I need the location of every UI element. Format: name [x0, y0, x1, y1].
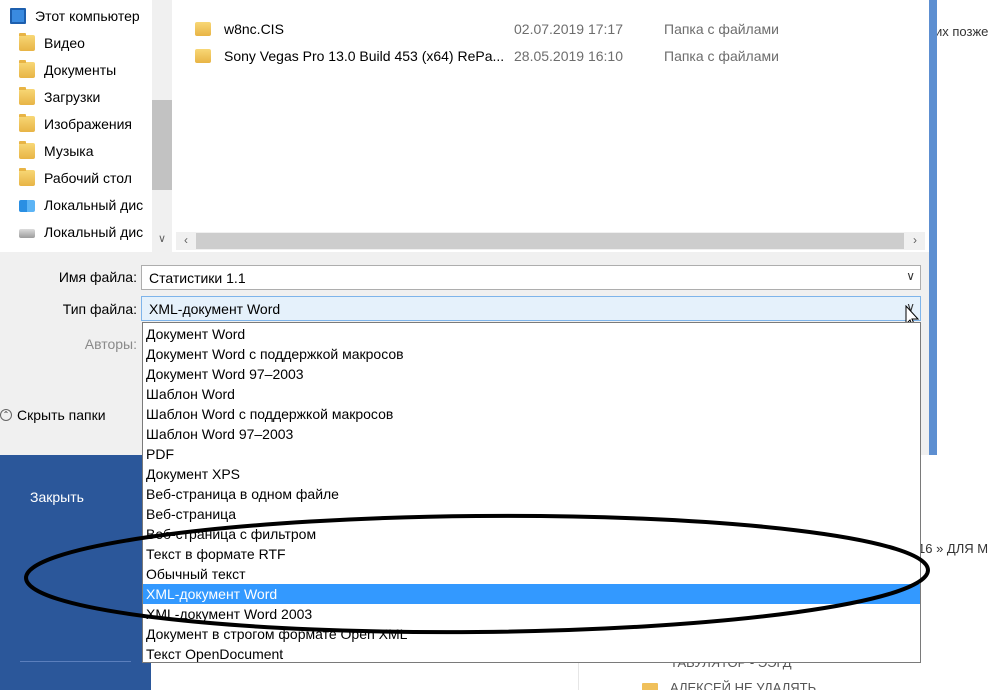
- backstage-content-area: [930, 0, 989, 690]
- nav-item[interactable]: Локальный дис: [0, 191, 160, 218]
- chevron-down-icon[interactable]: ∨: [906, 269, 915, 283]
- filename-label: Имя файла:: [58, 269, 137, 285]
- file-date: 28.05.2019 16:10: [514, 48, 623, 64]
- dropdown-option[interactable]: Веб-страница: [143, 504, 920, 524]
- dropdown-option[interactable]: Шаблон Word с поддержкой макросов: [143, 404, 920, 424]
- nav-item-label: Этот компьютер: [35, 7, 140, 24]
- dropdown-option[interactable]: Текст в формате RTF: [143, 544, 920, 564]
- nav-item[interactable]: Этот компьютер: [0, 2, 160, 29]
- dropdown-option[interactable]: Шаблон Word 97–2003: [143, 424, 920, 444]
- nav-item[interactable]: Документы: [0, 56, 160, 83]
- backstage-text-mid: 16 » ДЛЯ М: [918, 541, 989, 556]
- computer-icon: [10, 7, 26, 24]
- close-button[interactable]: Закрыть: [30, 489, 84, 505]
- chevron-left-icon[interactable]: ‹: [178, 233, 194, 247]
- dropdown-option[interactable]: XML-документ Word: [143, 584, 920, 604]
- folder-icon: [19, 113, 35, 132]
- nav-item[interactable]: Изображения: [0, 110, 160, 137]
- nav-item-label: Документы: [44, 61, 117, 78]
- backstage-text-top: их позже: [935, 24, 989, 39]
- folder-icon: [19, 167, 35, 186]
- backstage-recent-item[interactable]: АЛЕКСЕЙ НЕ УДАЛЯТЬ: [670, 680, 816, 690]
- filetype-dropdown-list: Документ Word Документ Word с поддержкой …: [142, 322, 921, 663]
- authors-label: Авторы:: [84, 336, 137, 352]
- folder-icon: [19, 32, 35, 51]
- file-type: Папка с файлами: [664, 48, 779, 64]
- nav-item-label: Загрузки: [44, 88, 101, 105]
- nav-item[interactable]: Рабочий стол: [0, 164, 160, 191]
- folder-icon: [19, 59, 35, 78]
- filetype-select[interactable]: XML-документ Word ∨: [141, 296, 921, 321]
- dropdown-option[interactable]: Веб-страница с фильтром: [143, 524, 920, 544]
- dropdown-option[interactable]: Веб-страница в одном файле: [143, 484, 920, 504]
- dropdown-option[interactable]: Обычный текст: [143, 564, 920, 584]
- nav-scrollbar-thumb[interactable]: [152, 100, 172, 190]
- file-row[interactable]: Sony Vegas Pro 13.0 Build 453 (x64) RePa…: [195, 43, 779, 69]
- chevron-up-icon: ⌃: [0, 409, 12, 421]
- file-date: 02.07.2019 17:17: [514, 21, 623, 37]
- filename-value: Статистики 1.1: [149, 269, 246, 286]
- nav-item[interactable]: Локальный дис: [0, 218, 160, 245]
- nav-item-label: Локальный дис: [44, 223, 144, 240]
- nav-item-label: Изображения: [44, 115, 132, 132]
- dialog-border: [929, 0, 937, 455]
- file-row[interactable]: w8nc.CIS 02.07.2019 17:17 Папка с файлами: [195, 16, 779, 42]
- nav-item[interactable]: Музыка: [0, 137, 160, 164]
- dropdown-option[interactable]: PDF: [143, 444, 920, 464]
- hide-folders-button[interactable]: ⌃ Скрыть папки: [0, 407, 106, 423]
- filename-input[interactable]: Статистики 1.1 ∨: [141, 265, 921, 290]
- dropdown-option[interactable]: Шаблон Word: [143, 384, 920, 404]
- folder-icon: [19, 140, 35, 159]
- nav-item-label: Видео: [44, 34, 85, 51]
- nav-divider: [20, 661, 131, 662]
- dropdown-option[interactable]: XML-документ Word 2003: [143, 604, 920, 624]
- dropdown-option[interactable]: Документ Word 97–2003: [143, 364, 920, 384]
- dropdown-option[interactable]: Документ XPS: [143, 464, 920, 484]
- nav-item[interactable]: Загрузки: [0, 83, 160, 110]
- nav-item-label: Рабочий стол: [44, 169, 132, 186]
- dropdown-option[interactable]: Документ в строгом формате Open XML: [143, 624, 920, 644]
- windows-drive-icon: [19, 200, 35, 212]
- dropdown-option[interactable]: Документ Word с поддержкой макросов: [143, 344, 920, 364]
- chevron-right-icon[interactable]: ›: [907, 233, 923, 247]
- folder-icon: [19, 86, 35, 105]
- filetype-value: XML-документ Word: [149, 300, 281, 317]
- horizontal-scrollbar-thumb[interactable]: [196, 233, 904, 249]
- dropdown-option[interactable]: Текст OpenDocument: [143, 644, 920, 664]
- dropdown-option[interactable]: Документ Word: [143, 324, 920, 344]
- folder-icon: [642, 683, 658, 690]
- chevron-down-icon[interactable]: ∨: [155, 232, 169, 245]
- drive-icon: [19, 228, 35, 238]
- file-name: Sony Vegas Pro 13.0 Build 453 (x64) RePa…: [224, 48, 505, 64]
- nav-item-label: Локальный дис: [44, 196, 144, 213]
- file-type: Папка с файлами: [664, 21, 779, 37]
- filetype-label: Тип файла:: [62, 301, 137, 317]
- folder-icon: [195, 49, 211, 63]
- nav-item[interactable]: Видео: [0, 29, 160, 56]
- file-name: w8nc.CIS: [224, 21, 284, 37]
- folder-icon: [195, 22, 211, 36]
- hide-folders-label: Скрыть папки: [17, 407, 106, 423]
- nav-item-label: Музыка: [44, 142, 94, 159]
